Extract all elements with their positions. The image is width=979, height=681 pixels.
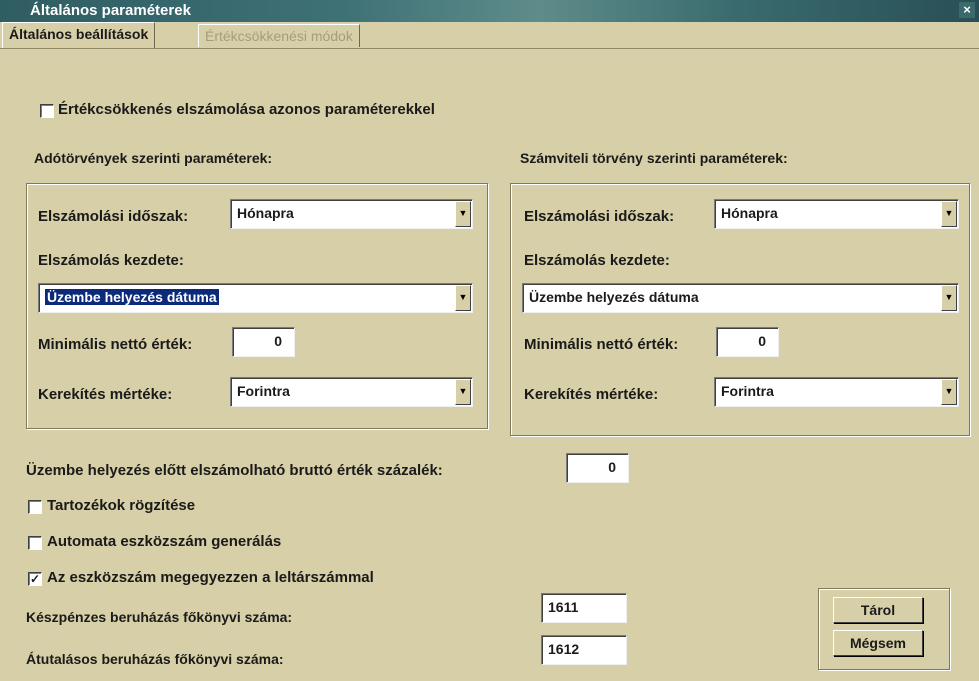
tab-general-settings[interactable]: Általános beállítások: [2, 22, 156, 48]
tax-period-value: Hónapra: [237, 205, 294, 221]
store-button[interactable]: Tárol: [833, 597, 923, 623]
window-titlebar: Általános paraméterek ×: [0, 0, 979, 22]
close-icon[interactable]: ×: [959, 2, 975, 18]
chevron-down-icon[interactable]: ▼: [455, 201, 471, 227]
accounting-params-heading: Számviteli törvény szerinti paraméterek:: [520, 150, 788, 166]
tax-rounding-select[interactable]: Forintra ▼: [230, 377, 473, 407]
transfer-ledger-label: Átutalásos beruházás főkönyvi száma:: [26, 651, 284, 667]
cash-ledger-label: Készpénzes beruházás főkönyvi száma:: [26, 609, 293, 625]
chevron-down-icon[interactable]: ▼: [455, 285, 471, 311]
tax-period-label: Elszámolási időszak:: [38, 208, 189, 225]
tax-start-value: Üzembe helyezés dátuma: [45, 289, 219, 305]
accessories-label: Tartozékok rögzítése: [47, 497, 196, 514]
acc-min-net-input[interactable]: 0: [716, 327, 779, 357]
tax-start-select[interactable]: Üzembe helyezés dátuma ▼: [38, 283, 473, 313]
same-params-label: Értékcsökkenés elszámolása azonos paramé…: [58, 101, 435, 118]
cancel-button[interactable]: Mégsem: [833, 630, 923, 656]
acc-start-label: Elszámolás kezdete:: [524, 252, 670, 269]
acc-start-select[interactable]: Üzembe helyezés dátuma ▼: [522, 283, 959, 313]
chevron-down-icon[interactable]: ▼: [455, 379, 471, 405]
tax-min-net-label: Minimális nettó érték:: [38, 336, 193, 353]
chevron-down-icon[interactable]: ▼: [941, 201, 957, 227]
chevron-down-icon[interactable]: ▼: [941, 285, 957, 311]
acc-period-value: Hónapra: [721, 205, 778, 221]
acc-period-label: Elszámolási időszak:: [524, 208, 675, 225]
tax-period-select[interactable]: Hónapra ▼: [230, 199, 473, 229]
transfer-ledger-input[interactable]: 1612: [541, 635, 627, 665]
acc-start-value: Üzembe helyezés dátuma: [529, 289, 699, 305]
asset-equals-inventory-checkbox[interactable]: ✓: [28, 572, 42, 586]
tax-min-net-input[interactable]: 0: [232, 327, 295, 357]
accessories-checkbox[interactable]: [28, 500, 42, 514]
acc-rounding-value: Forintra: [721, 383, 774, 399]
same-params-checkbox[interactable]: [40, 104, 54, 118]
chevron-down-icon[interactable]: ▼: [941, 379, 957, 405]
tax-start-label: Elszámolás kezdete:: [38, 252, 184, 269]
gross-percent-label: Üzembe helyezés előtt elszámolható brutt…: [26, 462, 443, 479]
acc-rounding-label: Kerekítés mértéke:: [524, 386, 659, 403]
tax-params-heading: Adótörvények szerinti paraméterek:: [34, 150, 273, 166]
gross-percent-input[interactable]: 0: [566, 453, 629, 483]
tab-strip: Általános beállítások Értékcsökkenési mó…: [0, 22, 979, 49]
asset-equals-inventory-label: Az eszközszám megegyezzen a leltárszámma…: [47, 569, 374, 586]
window-title: Általános paraméterek: [30, 2, 191, 19]
tax-rounding-label: Kerekítés mértéke:: [38, 386, 173, 403]
acc-rounding-select[interactable]: Forintra ▼: [714, 377, 959, 407]
cash-ledger-input[interactable]: 1611: [541, 593, 627, 623]
tab-depreciation-methods[interactable]: Értékcsökkenési módok: [198, 24, 360, 47]
auto-asset-number-label: Automata eszközszám generálás: [47, 533, 282, 550]
acc-min-net-label: Minimális nettó érték:: [524, 336, 679, 353]
tax-rounding-value: Forintra: [237, 383, 290, 399]
acc-period-select[interactable]: Hónapra ▼: [714, 199, 959, 229]
auto-asset-number-checkbox[interactable]: [28, 536, 42, 550]
